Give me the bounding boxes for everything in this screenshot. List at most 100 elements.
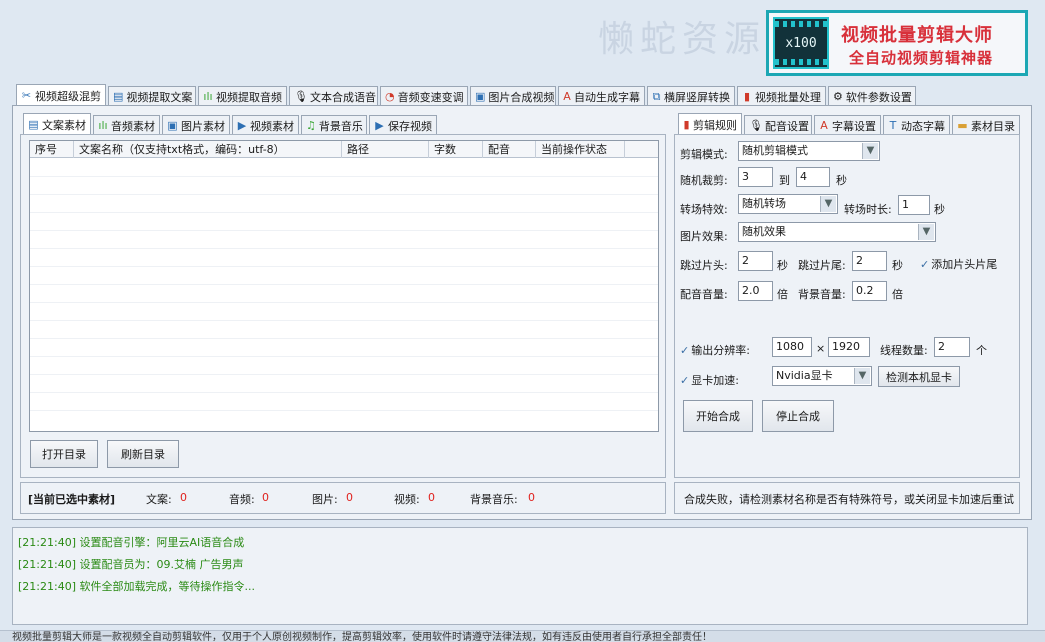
watermark: 懒蛇资源 (598, 19, 767, 60)
col-index[interactable]: 序号 (30, 141, 74, 158)
subtab-text-material[interactable]: ▤ 文案素材 (23, 113, 91, 135)
app-logo-icon: x100 (773, 17, 829, 69)
check-icon: ✓ (680, 374, 690, 387)
col-status[interactable]: 当前操作状态 (536, 141, 625, 158)
video-count: 0 (428, 491, 435, 504)
grid-line (30, 410, 658, 411)
detect-gpu-button[interactable]: 检测本机显卡 (878, 366, 960, 387)
stop-button[interactable]: 停止合成 (762, 400, 834, 432)
image-effect-label: 图片效果: (680, 230, 728, 243)
tab-dynamic-subtitle[interactable]: T 动态字幕 (883, 115, 950, 135)
res-x-label: × (816, 342, 826, 355)
text-count: 0 (180, 491, 187, 504)
grid-line (30, 176, 658, 177)
tab-edit-rules[interactable]: ▮ 剪辑规则 (678, 113, 742, 135)
tab-material-dir[interactable]: ▬ 素材目录 (952, 115, 1020, 135)
status-message: 合成失败，请检测素材名称是否有特殊符号，或关闭显卡加速后重试 (684, 493, 1014, 506)
rotate-screen-icon: ⧉ (652, 89, 661, 103)
film-strip-bottom (775, 59, 827, 65)
bg-vol-label: 背景音量: (798, 288, 846, 301)
skip-head-input[interactable]: 2 (738, 251, 773, 271)
skip-tail-input[interactable]: 2 (852, 251, 887, 271)
chevron-down-icon: ▼ (820, 196, 836, 212)
col-voice[interactable]: 配音 (483, 141, 536, 158)
tab-audio-speed[interactable]: ◔ 音频变速变调 (380, 86, 468, 106)
tab-batch[interactable]: ▮ 视频批量处理 (737, 86, 826, 106)
start-button[interactable]: 开始合成 (683, 400, 753, 432)
transition-label: 转场特效: (680, 203, 728, 216)
app-banner: x100 视频批量剪辑大师 全自动视频剪辑神器 (766, 10, 1028, 76)
bgm-count-label: 背景音乐: (470, 493, 518, 506)
edit-mode-select[interactable]: 随机剪辑模式 ▼ (738, 141, 880, 161)
text-box-icon: T (889, 118, 897, 132)
log-panel[interactable]: [21:21:40] 设置配音引擎：阿里云AI语音合成 [21:21:40] 设… (12, 527, 1028, 625)
subtab-image-material[interactable]: ▣ 图片素材 (162, 115, 230, 135)
cut-to-input[interactable]: 4 (796, 167, 830, 187)
text-count-label: 文案: (146, 493, 172, 506)
tab-extract-text[interactable]: ▤ 视频提取文案 (108, 86, 196, 106)
tab-subtitle-settings[interactable]: A 字幕设置 (814, 115, 881, 135)
add-head-tail-checkbox[interactable]: ✓ 添加片头片尾 (920, 256, 997, 272)
tab-voice-settings[interactable]: 🎙 配音设置 (744, 115, 812, 135)
tab-extract-audio[interactable]: ılı 视频提取音频 (198, 86, 287, 106)
film-icon: ▮ (683, 117, 690, 131)
bg-vol-input[interactable]: 0.2 (852, 281, 887, 301)
table-header: 序号 文案名称（仅支持txt格式，编码：utf-8） 路径 字数 配音 当前操作… (30, 141, 658, 158)
skip-tail-label: 跳过片尾: (798, 259, 846, 272)
cut-from-input[interactable]: 3 (738, 167, 773, 187)
material-table[interactable]: 序号 文案名称（仅支持txt格式，编码：utf-8） 路径 字数 配音 当前操作… (29, 140, 659, 432)
refresh-dir-button[interactable]: 刷新目录 (107, 440, 179, 468)
res-height-input[interactable]: 1920 (828, 337, 870, 357)
chevron-down-icon: ▼ (854, 368, 870, 384)
resolution-checkbox[interactable]: ✓ 输出分辨率: (680, 342, 750, 358)
open-dir-button[interactable]: 打开目录 (30, 440, 98, 468)
times-label: 倍 (777, 288, 788, 301)
image-effect-select[interactable]: 随机效果 ▼ (738, 222, 936, 242)
subtab-save-video[interactable]: ▶ 保存视频 (369, 115, 437, 135)
tab-orientation[interactable]: ⧉ 横屏竖屏转换 (647, 86, 735, 106)
col-name[interactable]: 文案名称（仅支持txt格式，编码：utf-8） (74, 141, 342, 158)
grid-line (30, 212, 658, 213)
image-icon: ▣ (167, 118, 178, 132)
tab-video-mix[interactable]: ✂ 视频超级混剪 (16, 84, 106, 106)
grid-line (30, 266, 658, 267)
unit-label: 个 (976, 344, 987, 357)
logo-text: x100 (785, 35, 817, 51)
col-chars[interactable]: 字数 (429, 141, 483, 158)
grid-line (30, 338, 658, 339)
subtab-bgm[interactable]: ♫ 背景音乐 (301, 115, 367, 135)
log-line: [21:21:40] 软件全部加载完成，等待操作指令... (18, 580, 255, 593)
audio-count: 0 (262, 491, 269, 504)
tab-tts[interactable]: 🎙 文本合成语音 (289, 86, 378, 106)
scissors-icon: ✂ (21, 88, 32, 102)
folder-icon: ▬ (957, 118, 968, 132)
document-icon: ▤ (28, 117, 39, 131)
threads-input[interactable]: 2 (934, 337, 970, 357)
gpu-select[interactable]: Nvidia显卡 ▼ (772, 366, 872, 386)
gpu-checkbox[interactable]: ✓ 显卡加速: (680, 372, 739, 388)
image-icon: ▣ (475, 89, 486, 103)
col-path[interactable]: 路径 (342, 141, 429, 158)
tab-settings[interactable]: ⚙ 软件参数设置 (828, 86, 916, 106)
audio-wave-icon: ılı (98, 118, 108, 132)
audio-count-label: 音频: (229, 493, 255, 506)
text-icon: A (820, 118, 828, 132)
transition-dur-input[interactable]: 1 (898, 195, 930, 215)
tab-image-to-video[interactable]: ▣ 图片合成视频 (470, 86, 556, 106)
grid-line (30, 284, 658, 285)
subtab-video-material[interactable]: ▶ 视频素材 (232, 115, 299, 135)
transition-select[interactable]: 随机转场 ▼ (738, 194, 838, 214)
res-width-input[interactable]: 1080 (772, 337, 812, 357)
grid-line (30, 302, 658, 303)
chevron-down-icon: ▼ (918, 224, 934, 240)
grid-line (30, 194, 658, 195)
log-line: [21:21:40] 设置配音引擎：阿里云AI语音合成 (18, 536, 245, 549)
tab-auto-subtitle[interactable]: A 自动生成字幕 (558, 86, 645, 106)
music-note-icon: ♫ (306, 118, 316, 132)
bgm-count: 0 (528, 491, 535, 504)
microphone-icon: 🎙 (749, 118, 763, 132)
voice-vol-input[interactable]: 2.0 (738, 281, 773, 301)
subtab-audio-material[interactable]: ılı 音频素材 (93, 115, 160, 135)
log-line: [21:21:40] 设置配音员为：09.艾楠 广告男声 (18, 558, 244, 571)
sec-label: 秒 (836, 174, 847, 187)
